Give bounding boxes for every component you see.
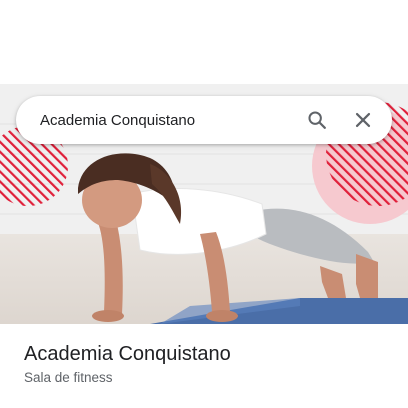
close-icon (355, 112, 371, 128)
place-category: Sala de fitness (24, 370, 113, 385)
search-query-text[interactable]: Academia Conquistano (40, 112, 298, 129)
search-bar[interactable]: Academia Conquistano (16, 96, 392, 144)
place-caption: Academia Conquistano Sala de fitness (24, 342, 392, 386)
search-button[interactable] (298, 101, 336, 139)
place-title: Academia Conquistano (24, 343, 231, 365)
search-icon (308, 111, 326, 129)
close-button[interactable] (344, 101, 382, 139)
